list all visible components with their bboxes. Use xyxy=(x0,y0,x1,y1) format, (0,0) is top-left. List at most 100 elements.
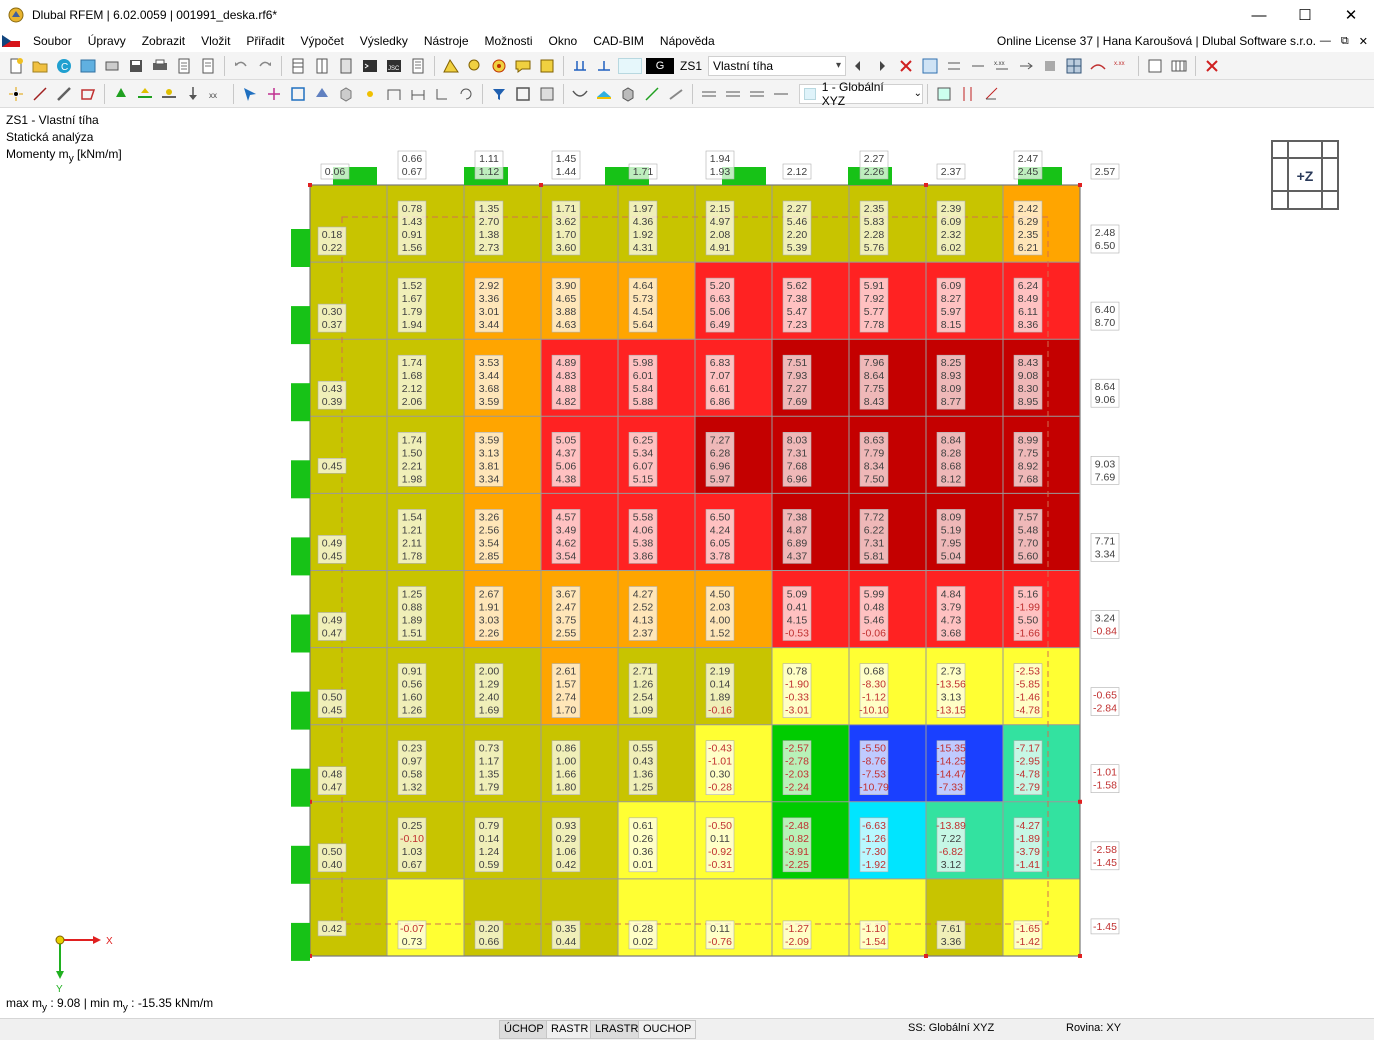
local-grid-toggle[interactable]: LRASTR xyxy=(590,1020,644,1039)
minimize-button[interactable]: — xyxy=(1236,0,1282,30)
menu-moznosti[interactable]: Možnosti xyxy=(477,30,541,52)
values-on-icon[interactable] xyxy=(943,55,965,77)
redo-icon[interactable] xyxy=(254,55,276,77)
coordinate-system-dropdown[interactable]: 1 - Globální XYZ ⌄ xyxy=(799,80,923,108)
load-case-selector[interactable]: G ZS1 Vlastní tíha xyxy=(618,55,847,77)
line-results-icon[interactable] xyxy=(665,83,687,105)
solid-icon[interactable] xyxy=(617,83,639,105)
clear-results-icon[interactable] xyxy=(1201,55,1223,77)
menu-napoveda[interactable]: Nápověda xyxy=(652,30,723,52)
model-view[interactable]: 0.781.430.911.561.352.701.382.731.713.62… xyxy=(0,108,1374,1018)
display-options-3-icon[interactable] xyxy=(746,83,768,105)
surface-results-icon[interactable] xyxy=(593,83,615,105)
load-case-name-dropdown[interactable]: Vlastní tíha xyxy=(708,55,847,76)
menu-vypocet[interactable]: Výpočet xyxy=(292,30,351,52)
close-button[interactable]: ✕ xyxy=(1328,0,1374,30)
mdi-restore-button[interactable]: ⧉ xyxy=(1341,35,1349,48)
results-off-icon[interactable] xyxy=(895,55,917,77)
guide-icon[interactable] xyxy=(407,83,429,105)
dimension-icon[interactable] xyxy=(383,83,405,105)
sections-icon[interactable] xyxy=(641,83,663,105)
menu-zobrazit[interactable]: Zobrazit xyxy=(134,30,193,52)
menu-nastroje[interactable]: Nástroje xyxy=(416,30,477,52)
display-options-1-icon[interactable] xyxy=(698,83,720,105)
sparkle-icon[interactable] xyxy=(359,83,381,105)
surface-icon[interactable] xyxy=(77,83,99,105)
list-icon[interactable] xyxy=(407,55,429,77)
select-icon[interactable] xyxy=(239,83,261,105)
new-file-icon[interactable] xyxy=(5,55,27,77)
mdi-minimize-button[interactable]: — xyxy=(1320,35,1331,47)
line-support-icon[interactable] xyxy=(134,83,156,105)
menu-okno[interactable]: Okno xyxy=(541,30,586,52)
member-icon[interactable] xyxy=(53,83,75,105)
maximize-button[interactable]: ☐ xyxy=(1282,0,1328,30)
console-icon[interactable] xyxy=(359,55,381,77)
next-load-case-icon[interactable] xyxy=(871,55,893,77)
cube-icon[interactable] xyxy=(335,83,357,105)
menu-upravy[interactable]: Úpravy xyxy=(80,30,134,52)
menu-soubor[interactable]: Soubor xyxy=(25,30,80,52)
results-display-icon[interactable] xyxy=(919,55,941,77)
move-icon[interactable] xyxy=(263,83,285,105)
calculator-icon[interactable] xyxy=(335,55,357,77)
values-xxx-icon[interactable]: x.xx xyxy=(991,55,1013,77)
script-icon[interactable]: JSC xyxy=(383,55,405,77)
previous-load-case-icon[interactable] xyxy=(847,55,869,77)
menu-cad-bim[interactable]: CAD-BIM xyxy=(585,30,652,52)
result-grid-icon[interactable] xyxy=(1168,55,1190,77)
load-combinations-icon[interactable] xyxy=(593,55,615,77)
menu-priradit[interactable]: Přiřadit xyxy=(238,30,292,52)
print-preview-icon[interactable] xyxy=(101,55,123,77)
cloud-icon[interactable]: C xyxy=(53,55,75,77)
section-icon[interactable] xyxy=(1039,55,1061,77)
object-snap-toggle[interactable]: OUCHOP xyxy=(638,1020,697,1039)
hinge-icon[interactable] xyxy=(158,83,180,105)
scale-icon[interactable]: x.xx xyxy=(1111,55,1133,77)
filter-icon[interactable] xyxy=(488,83,510,105)
undo-icon[interactable] xyxy=(230,55,252,77)
calculate-icon[interactable] xyxy=(536,55,558,77)
grid-toggle[interactable]: RASTR xyxy=(546,1020,594,1039)
table-view-icon[interactable] xyxy=(311,55,333,77)
mdi-close-button[interactable]: ✕ xyxy=(1359,35,1368,48)
nodal-support-icon[interactable] xyxy=(110,83,132,105)
deformation-icon[interactable] xyxy=(569,83,591,105)
snap-toggle[interactable]: ÚCHOP xyxy=(499,1020,549,1039)
save-icon[interactable] xyxy=(125,55,147,77)
menu-vysledky[interactable]: Výsledky xyxy=(352,30,416,52)
rotate-icon[interactable] xyxy=(455,83,477,105)
coordinates-icon[interactable] xyxy=(431,83,453,105)
visibility-icon[interactable] xyxy=(311,83,333,105)
load-icon[interactable] xyxy=(182,83,204,105)
open-folder-icon[interactable] xyxy=(29,55,51,77)
find-icon[interactable] xyxy=(464,55,486,77)
axis-icon[interactable] xyxy=(981,83,1003,105)
view-grid-icon[interactable] xyxy=(933,83,955,105)
model-check-icon[interactable] xyxy=(440,55,462,77)
window-icon[interactable] xyxy=(512,83,534,105)
diagram-icon[interactable] xyxy=(1087,55,1109,77)
box-icon[interactable] xyxy=(287,83,309,105)
menu-vlozit[interactable]: Vložit xyxy=(193,30,238,52)
values-filter-icon[interactable] xyxy=(967,55,989,77)
frame-icon[interactable] xyxy=(536,83,558,105)
ruler-icon[interactable] xyxy=(957,83,979,105)
display-options-2-icon[interactable] xyxy=(722,83,744,105)
result-table-icon[interactable] xyxy=(1144,55,1166,77)
animation-icon[interactable] xyxy=(1015,55,1037,77)
line-icon[interactable] xyxy=(29,83,51,105)
print-icon[interactable] xyxy=(149,55,171,77)
comment-icon[interactable] xyxy=(512,55,534,77)
model-network-icon[interactable] xyxy=(77,55,99,77)
load-cases-icon[interactable] xyxy=(569,55,591,77)
display-options-4-icon[interactable] xyxy=(770,83,792,105)
printout-report-icon[interactable] xyxy=(173,55,195,77)
view-cube[interactable]: +Z xyxy=(1271,140,1339,210)
target-icon[interactable] xyxy=(488,55,510,77)
report-icon[interactable] xyxy=(197,55,219,77)
node-icon[interactable] xyxy=(5,83,27,105)
mesh-icon[interactable] xyxy=(1063,55,1085,77)
table-icon[interactable] xyxy=(287,55,309,77)
free-load-icon[interactable]: xx xyxy=(206,83,228,105)
